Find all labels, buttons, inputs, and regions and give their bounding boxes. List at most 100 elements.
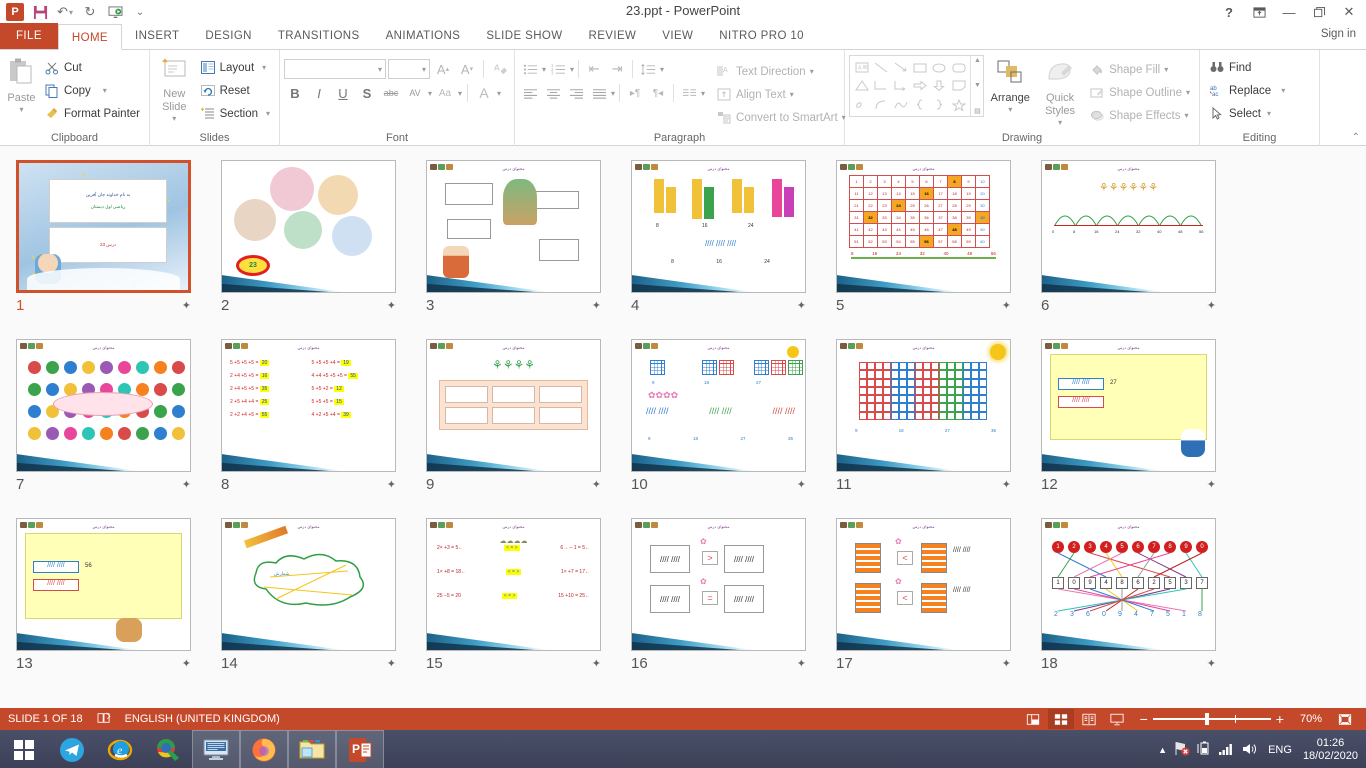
slide-sorter-view-button[interactable] <box>1048 709 1074 729</box>
numbering-icon[interactable]: 123 <box>547 58 569 80</box>
font-color-icon[interactable]: A <box>473 82 495 104</box>
animation-star-icon[interactable]: ✦ <box>592 478 601 491</box>
animation-star-icon[interactable]: ✦ <box>592 657 601 670</box>
section-button[interactable]: Section ▾ <box>195 102 275 125</box>
shape-curve-icon[interactable] <box>891 95 910 114</box>
volume-icon[interactable] <box>1241 742 1257 759</box>
slide-thumbnail-12[interactable]: محتوای درس//// //////// ////2712✦ <box>1041 339 1246 518</box>
window-controls[interactable]: ? — ✕ <box>1214 0 1364 24</box>
slide-thumbnail-1[interactable]: ★★★★★★★★★★★★★★★★★★★★★★★★★★به نام خداوند … <box>16 160 221 339</box>
telegram-icon[interactable] <box>48 730 96 768</box>
shape-outline-button[interactable]: Shape Outline ▾ <box>1084 81 1195 104</box>
slide-thumbnail-9[interactable]: محتوای درس⚘⚘⚘⚘9✦ <box>426 339 631 518</box>
slide-canvas[interactable]: محتوای درس9182736 <box>836 339 1011 472</box>
slide-canvas[interactable]: محتوای درس⚘⚘⚘⚘⚘⚘08162432404856 <box>1041 160 1216 293</box>
zoom-out-button[interactable]: − <box>1140 711 1148 727</box>
slideshow-view-button[interactable] <box>1104 709 1130 729</box>
quick-styles-button[interactable]: Quick Styles ▾ <box>1036 55 1084 127</box>
shape-arc-icon[interactable] <box>871 95 890 114</box>
slide-thumb-wrap[interactable]: محتوای درسشمارش <box>221 518 396 651</box>
battery-icon[interactable] <box>1197 741 1211 759</box>
animation-star-icon[interactable]: ✦ <box>1207 478 1216 491</box>
font-size-input[interactable]: ▾ <box>388 59 430 79</box>
slide-thumbnail-3[interactable]: محتوای درس3✦ <box>426 160 631 339</box>
tab-slide-show[interactable]: SLIDE SHOW <box>473 23 575 49</box>
format-painter-button[interactable]: Format Painter <box>39 102 145 125</box>
slide-canvas[interactable]: محتوای درس//// //////// ////56 <box>16 518 191 651</box>
remote-desktop-icon[interactable] <box>192 730 240 768</box>
slide-thumb-wrap[interactable]: محتوای درس9182736 <box>836 339 1011 472</box>
slide-thumb-wrap[interactable]: محتوای درس123456789010948625372360947518 <box>1041 518 1216 651</box>
animation-star-icon[interactable]: ✦ <box>387 657 396 670</box>
slide-thumb-wrap[interactable]: محتوای درس91827✿✿✿✿//// //////// ///////… <box>631 339 806 472</box>
align-right-icon[interactable] <box>565 82 587 104</box>
animation-star-icon[interactable]: ✦ <box>387 299 396 312</box>
shape-down-arrow-icon[interactable] <box>930 77 949 96</box>
underline-icon[interactable]: U <box>332 82 354 104</box>
shape-right-brace-icon[interactable] <box>930 95 949 114</box>
font-name-input[interactable]: ▾ <box>284 59 386 79</box>
ribbon-display-options-button[interactable] <box>1244 1 1274 23</box>
slide-canvas[interactable]: محتوای درس81624//// //// ////81624 <box>631 160 806 293</box>
slide-canvas[interactable]: محتوای درس5 +5 +5 +5 = 202 +4 +5 +5 = 16… <box>221 339 396 472</box>
slide-thumbnail-17[interactable]: محتوای درس<✿//// ////<✿//// ////17✦ <box>836 518 1041 697</box>
slide-thumb-wrap[interactable]: محتوای درس⚘⚘⚘⚘ <box>426 339 601 472</box>
slide-thumbnail-15[interactable]: محتوای درس2× +3 = 5←< = >6→ – 1 = 5←1× +… <box>426 518 631 697</box>
layout-button[interactable]: Layout ▾ <box>195 56 275 79</box>
gallery-more-icon[interactable]: ▤ <box>971 107 983 115</box>
slide-thumb-wrap[interactable]: محتوای درس//// //////// ////27 <box>1041 339 1216 472</box>
tab-nitro-pro[interactable]: NITRO PRO 10 <box>706 23 817 49</box>
justify-icon[interactable] <box>588 82 610 104</box>
language-indicator[interactable]: ENGLISH (UNITED KINGDOM) <box>125 713 280 725</box>
zoom-slider-thumb[interactable] <box>1205 713 1209 725</box>
shapes-grid[interactable]: A <box>850 56 970 116</box>
slide-indicator[interactable]: SLIDE 1 OF 18 <box>8 713 83 725</box>
internet-download-manager-icon[interactable] <box>144 730 192 768</box>
slide-canvas[interactable]: محتوای درس <box>16 339 191 472</box>
file-explorer-icon[interactable] <box>288 730 336 768</box>
slide-thumb-wrap[interactable]: محتوای درس⚘⚘⚘⚘⚘⚘08162432404856 <box>1041 160 1216 293</box>
tab-design[interactable]: DESIGN <box>192 23 265 49</box>
network-signal-icon[interactable] <box>1218 742 1234 759</box>
reset-button[interactable]: Reset <box>195 79 275 102</box>
slide-thumb-wrap[interactable]: محتوای درس <box>16 339 191 472</box>
slide-thumbnail-7[interactable]: محتوای درس7✦ <box>16 339 221 518</box>
slide-thumb-wrap[interactable]: محتوای درس5 +5 +5 +5 = 202 +4 +5 +5 = 16… <box>221 339 396 472</box>
zoom-control[interactable]: − + <box>1140 711 1284 727</box>
shape-star-icon[interactable] <box>949 95 968 114</box>
bullets-icon[interactable] <box>519 58 541 80</box>
firefox-icon[interactable] <box>240 730 288 768</box>
cut-button[interactable]: Cut <box>39 56 145 79</box>
animation-star-icon[interactable]: ✦ <box>797 478 806 491</box>
show-hidden-icons-icon[interactable]: ▲ <box>1158 745 1167 755</box>
shape-oval-icon[interactable] <box>930 58 949 77</box>
shape-scribble-icon[interactable] <box>852 95 871 114</box>
slide-thumb-wrap[interactable]: محتوای درس123456789101112131415161718192… <box>836 160 1011 293</box>
animation-star-icon[interactable]: ✦ <box>387 478 396 491</box>
sign-in-link[interactable]: Sign in <box>1321 28 1356 40</box>
replace-button[interactable]: abac Replace ▾ <box>1204 79 1290 102</box>
slide-thumb-wrap[interactable]: 23 <box>221 160 396 293</box>
clock[interactable]: 01:26 18/02/2020 <box>1303 737 1358 763</box>
shape-rectangle-icon[interactable] <box>910 58 929 77</box>
slide-canvas[interactable]: محتوای درس⚘⚘⚘⚘ <box>426 339 601 472</box>
slide-thumbnail-5[interactable]: محتوای درس123456789101112131415161718192… <box>836 160 1041 339</box>
slide-thumbnail-2[interactable]: 232✦ <box>221 160 426 339</box>
convert-to-smartart-button[interactable]: Convert to SmartArt ▾ <box>711 106 851 129</box>
slide-thumbnail-8[interactable]: محتوای درس5 +5 +5 +5 = 202 +4 +5 +5 = 16… <box>221 339 426 518</box>
status-bar-right[interactable]: − + 70% <box>1020 709 1358 729</box>
slide-thumbnail-13[interactable]: محتوای درس//// //////// ////5613✦ <box>16 518 221 697</box>
grow-font-icon[interactable]: A▴ <box>432 58 454 80</box>
slide-thumbnail-6[interactable]: محتوای درس⚘⚘⚘⚘⚘⚘081624324048566✦ <box>1041 160 1246 339</box>
increase-indent-icon[interactable]: ⇥ <box>606 58 628 80</box>
shape-line-icon[interactable] <box>871 58 890 77</box>
gallery-scroll-up-icon[interactable]: ▲ <box>971 57 983 64</box>
tab-transitions[interactable]: TRANSITIONS <box>265 23 373 49</box>
arrange-button[interactable]: Arrange ▾ <box>984 55 1036 114</box>
slide-canvas[interactable]: محتوای درس//// ////>//// ////✿//// ////=… <box>631 518 806 651</box>
slide-thumbnail-18[interactable]: محتوای درس123456789010948625372360947518… <box>1041 518 1246 697</box>
clear-all-formatting-icon[interactable]: A <box>489 58 511 80</box>
ribbon-tab-bar[interactable]: FILE HOME INSERT DESIGN TRANSITIONS ANIM… <box>0 24 1366 50</box>
slide-canvas[interactable]: محتوای درس//// //////// ////27 <box>1041 339 1216 472</box>
slide-canvas[interactable]: محتوای درسشمارش <box>221 518 396 651</box>
